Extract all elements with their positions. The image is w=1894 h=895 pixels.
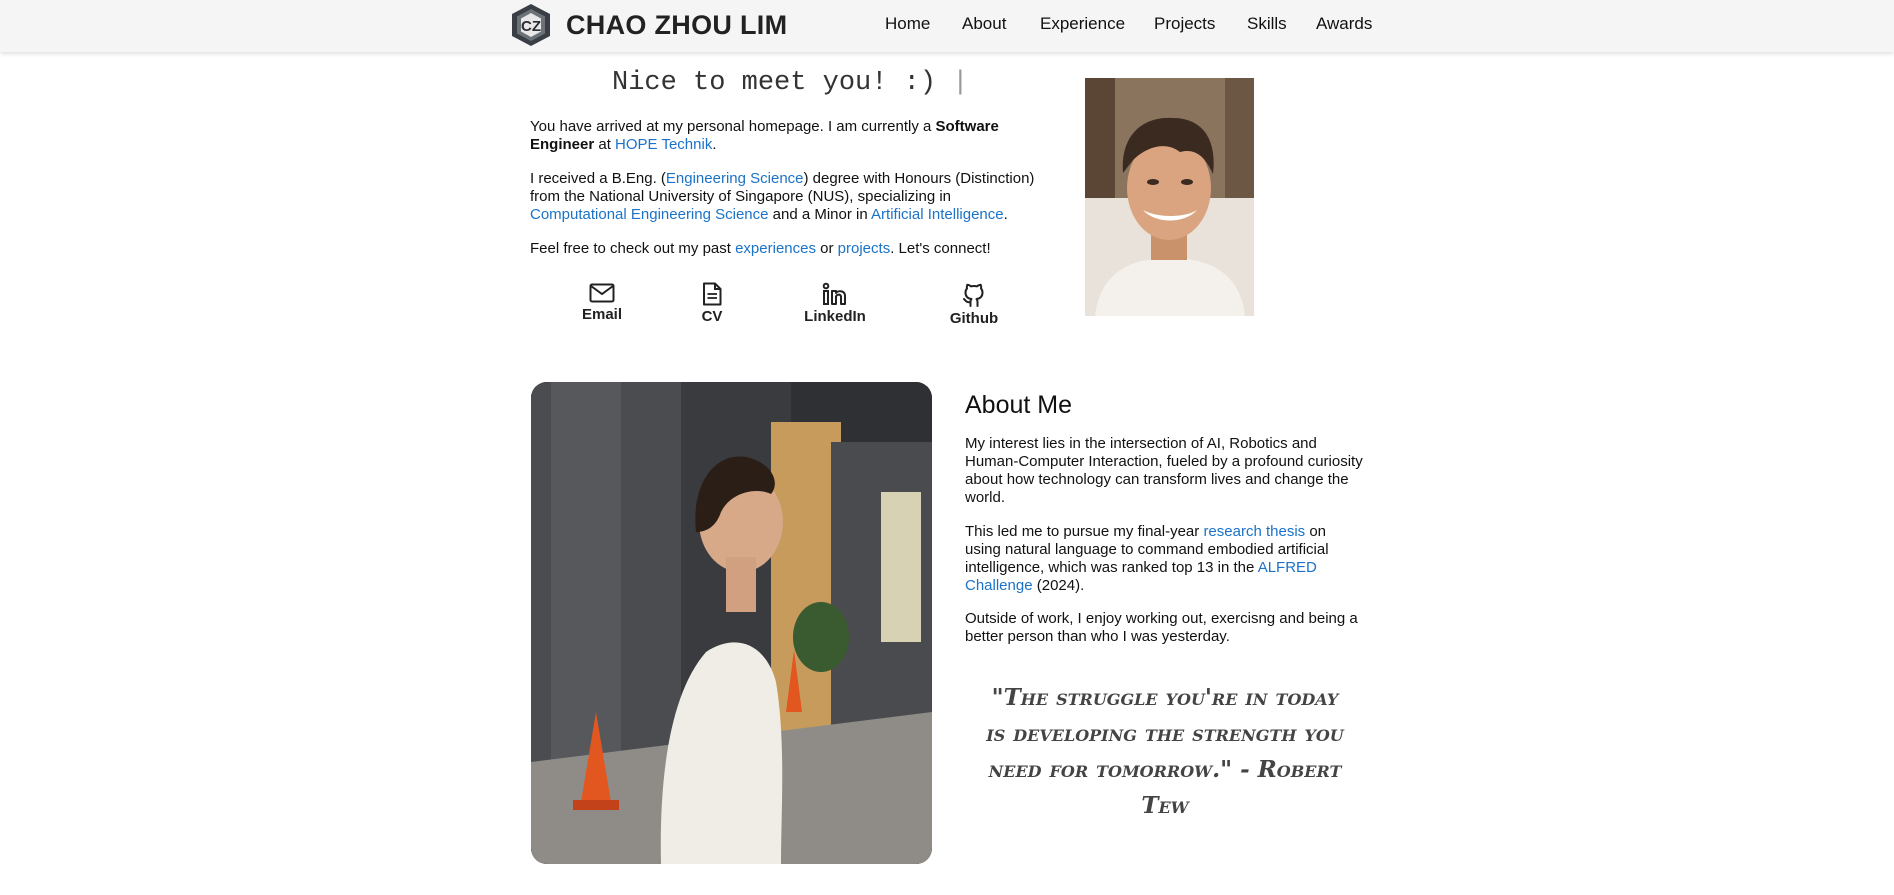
cv-label: CV: [701, 308, 723, 325]
headshot-photo: [1085, 78, 1254, 316]
connect-text: or: [815, 240, 838, 257]
email-label: Email: [581, 306, 623, 323]
intro-text: at: [594, 136, 616, 153]
thesis-text: (2024).: [1032, 577, 1085, 594]
projects-link[interactable]: projects: [838, 240, 891, 257]
intro-text: You have arrived at my personal homepage…: [530, 118, 936, 135]
hope-technik-link[interactable]: HOPE Technik: [615, 136, 712, 153]
engineering-science-link[interactable]: Engineering Science: [666, 170, 804, 187]
github-button[interactable]: Github: [948, 282, 1000, 327]
nav-projects[interactable]: Projects: [1154, 14, 1235, 34]
about-interests: My interest lies in the intersection of …: [965, 435, 1363, 506]
email-button[interactable]: Email: [572, 282, 632, 323]
intro-text: .: [712, 136, 717, 153]
cz-logo-icon[interactable]: CZ: [508, 2, 554, 48]
connect-text: Feel free to check out my past: [530, 240, 736, 257]
education-paragraph: I received a B.Eng. (Engineering Science…: [530, 170, 1050, 224]
navbar: CZ CHAO ZHOU LIM Home About Experience P…: [0, 0, 1894, 52]
nav-about[interactable]: About: [962, 14, 1026, 34]
portrait-illustration: [1085, 78, 1254, 316]
linkedin-button[interactable]: LinkedIn: [802, 282, 868, 325]
about-heading: About Me: [965, 391, 1073, 419]
connect-text: . Let's connect!: [890, 240, 991, 257]
about-thesis: This led me to pursue my final-year rese…: [965, 523, 1365, 595]
nav-experience[interactable]: Experience: [1040, 14, 1145, 34]
cv-button[interactable]: CV: [694, 282, 730, 325]
nav-skills[interactable]: Skills: [1247, 14, 1307, 34]
intro-paragraph: You have arrived at my personal homepage…: [530, 118, 1050, 154]
hero-title-text: Nice to meet you! :): [612, 68, 937, 98]
artificial-intelligence-link[interactable]: Artificial Intelligence: [871, 206, 1004, 223]
hero-title: Nice to meet you! :) |: [612, 68, 1112, 98]
thesis-text: This led me to pursue my final-year: [965, 523, 1204, 540]
education-text: I received a B.Eng. (: [530, 170, 666, 187]
experiences-link[interactable]: experiences: [735, 240, 816, 257]
linkedin-icon: [822, 282, 846, 305]
research-thesis-link[interactable]: research thesis: [1203, 523, 1305, 540]
svg-text:CZ: CZ: [521, 18, 541, 35]
nav-awards[interactable]: Awards: [1316, 14, 1392, 34]
street-photo-illustration: [531, 382, 932, 864]
brand[interactable]: CZ CHAO ZHOU LIM: [508, 2, 787, 48]
nav-home[interactable]: Home: [885, 14, 950, 34]
envelope-icon: [589, 283, 615, 303]
education-text: .: [1003, 206, 1008, 223]
github-label: Github: [949, 310, 999, 327]
computational-engineering-link[interactable]: Computational Engineering Science: [530, 206, 768, 223]
linkedin-label: LinkedIn: [804, 308, 866, 325]
connect-paragraph: Feel free to check out my past experienc…: [530, 240, 1050, 258]
typing-cursor: |: [952, 68, 969, 98]
social-links: Email CV LinkedIn Github: [530, 282, 1030, 332]
document-icon: [703, 282, 722, 306]
about-hobbies: Outside of work, I enjoy working out, ex…: [965, 610, 1358, 645]
about-photo: [531, 382, 932, 864]
brand-name[interactable]: CHAO ZHOU LIM: [566, 10, 787, 41]
quote: "The struggle you're in today is develop…: [986, 684, 1344, 819]
github-icon: [963, 283, 984, 307]
education-text: and a Minor in: [768, 206, 872, 223]
